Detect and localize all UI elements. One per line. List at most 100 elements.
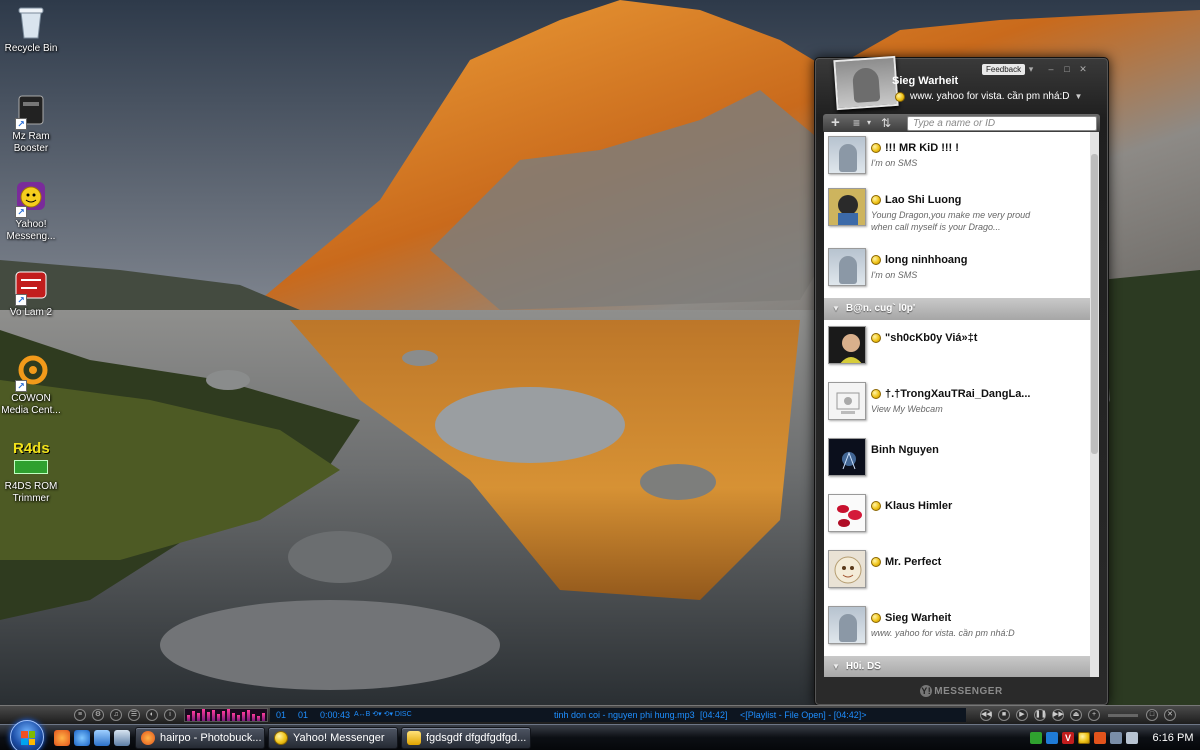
add-contact-icon[interactable]: + bbox=[831, 115, 840, 130]
tray-volume-icon[interactable] bbox=[1126, 732, 1138, 744]
dropdown-icon[interactable]: ▾ bbox=[1025, 64, 1037, 74]
tray-network-icon[interactable] bbox=[1110, 732, 1122, 744]
contact-item[interactable]: !!! MR KiD !!! ! I'm on SMS bbox=[824, 132, 1090, 184]
player-info-display: 01 01 0:00:43 A↔B ⟲▾ ⟲▾ DISC tinh don co… bbox=[270, 708, 966, 722]
contact-status-message: www. yahoo for vista. cần pm nhá:D bbox=[871, 628, 1015, 638]
vo-lam-icon: ↗ bbox=[13, 268, 49, 306]
contact-group-header[interactable]: ▼ B@n. cug` l0p' bbox=[824, 298, 1090, 320]
messenger-toolbar: + ≡ ▾ ⇅ Type a name or ID bbox=[823, 114, 1100, 133]
desktop-icon-r4ds[interactable]: R4ds R4DS ROM Trimmer bbox=[0, 440, 62, 505]
contact-list-scrollbar[interactable] bbox=[1090, 132, 1099, 677]
contact-status-message: I'm on SMS bbox=[871, 158, 918, 168]
task-label: fgdsgdf dfgdfgdfgd... bbox=[426, 732, 527, 744]
tray-monitor-icon[interactable] bbox=[1046, 732, 1058, 744]
r4ds-logo-text: R4ds bbox=[13, 440, 50, 457]
contact-status-message: View My Webcam bbox=[871, 404, 943, 414]
track-duration: [04:42] bbox=[700, 710, 728, 720]
open-file-icon[interactable]: + bbox=[1088, 709, 1100, 721]
minimize-icon[interactable]: – bbox=[1045, 64, 1057, 74]
online-status-icon bbox=[871, 195, 881, 205]
desktop-icon-vo-lam[interactable]: ↗ Vo Lam 2 bbox=[0, 268, 62, 319]
online-status-icon bbox=[871, 255, 881, 265]
player-window-icon[interactable]: □ bbox=[1146, 709, 1158, 721]
desktop-icon-cowon[interactable]: ↗ COWON Media Cent... bbox=[0, 354, 62, 417]
desktop-icon-recycle-bin[interactable]: Recycle Bin bbox=[0, 4, 62, 55]
online-status-icon bbox=[871, 333, 881, 343]
ram-booster-icon: ↗ bbox=[13, 92, 49, 130]
sort-icon[interactable]: ⇅ bbox=[881, 116, 891, 130]
player-eq-icon[interactable]: ♫ bbox=[110, 709, 122, 721]
contact-item[interactable]: Sieg Warheit www. yahoo for vista. cần p… bbox=[824, 602, 1090, 654]
contact-avatar bbox=[828, 438, 866, 476]
tray-v-icon[interactable]: V bbox=[1062, 732, 1074, 744]
search-input[interactable]: Type a name or ID bbox=[907, 116, 1097, 131]
tray-flag-icon[interactable] bbox=[1030, 732, 1042, 744]
yahoo-messenger-window[interactable]: Sieg Warheit www. yahoo for vista. cần p… bbox=[814, 55, 1109, 706]
firefox-quicklaunch-icon[interactable] bbox=[54, 730, 70, 746]
chevron-down-icon[interactable]: ▾ bbox=[867, 116, 871, 130]
cowon-icon: ↗ bbox=[13, 354, 49, 392]
system-clock[interactable]: 6:16 PM bbox=[1150, 725, 1196, 750]
shortcut-arrow-icon: ↗ bbox=[15, 380, 27, 392]
shortcut-arrow-icon: ↗ bbox=[15, 294, 27, 306]
player-settings-icon[interactable]: ⚙ bbox=[92, 709, 104, 721]
tray-yahoo-icon[interactable] bbox=[1078, 732, 1090, 744]
desktop-icon-label: Recycle Bin bbox=[4, 43, 58, 54]
switch-windows-icon[interactable] bbox=[114, 730, 130, 746]
pause-icon[interactable]: ❚❚ bbox=[1034, 709, 1047, 721]
contact-group-header[interactable]: ▼ H0i. DS bbox=[824, 656, 1090, 677]
taskbar-button-chat[interactable]: fgdsgdf dfgdfgdfgd... bbox=[401, 727, 531, 749]
next-icon[interactable]: ▶▶ bbox=[1052, 709, 1064, 721]
messenger-brand-footer: Y! MESSENGER bbox=[815, 685, 1108, 697]
track-total: 01 bbox=[298, 710, 309, 720]
player-skin-icon[interactable]: ◐ bbox=[146, 709, 158, 721]
group-name: H0i. DS bbox=[845, 661, 881, 672]
start-button[interactable] bbox=[10, 720, 44, 750]
play-icon[interactable]: ▶ bbox=[1016, 709, 1028, 721]
desktop-icon-label: COWON Media Cent... bbox=[1, 393, 61, 416]
elapsed-time: 0:00:43 bbox=[320, 710, 351, 720]
internet-explorer-icon[interactable] bbox=[74, 730, 90, 746]
taskbar-button-photobucket[interactable]: hairpo - Photobuck... bbox=[135, 727, 265, 749]
contact-avatar bbox=[828, 248, 866, 286]
media-player-deskband: ≡ ⚙ ♫ ☰ ◐ i 01 01 0:00:43 A↔B ⟲▾ ⟲▾ DISC… bbox=[0, 705, 1200, 724]
contact-item[interactable]: Binh Nguyen bbox=[824, 434, 1090, 486]
player-menu-icon[interactable]: ≡ bbox=[74, 709, 86, 721]
user-display-name[interactable]: Sieg Warheit bbox=[892, 75, 958, 87]
online-status-icon bbox=[871, 557, 881, 567]
yahoo-smiley-icon bbox=[274, 731, 288, 745]
desktop-icon-yahoo-messenger[interactable]: ↗ Yahoo! Messeng... bbox=[0, 180, 62, 243]
taskbar-button-yahoo-messenger[interactable]: Yahoo! Messenger bbox=[268, 727, 398, 749]
contact-item[interactable]: long ninhhoang I'm on SMS bbox=[824, 244, 1090, 296]
feedback-button[interactable]: Feedback bbox=[982, 64, 1026, 75]
user-status[interactable]: www. yahoo for vista. cần pm nhá:D ▼ bbox=[895, 91, 1082, 102]
track-number: 01 bbox=[276, 710, 287, 720]
desktop-icon-label: R4DS ROM Trimmer bbox=[4, 481, 58, 504]
contact-item[interactable]: "sh0cKb0y Viá»‡t bbox=[824, 322, 1090, 374]
chevron-down-icon[interactable]: ▼ bbox=[1075, 92, 1083, 101]
contact-item[interactable]: Lao Shi Luong Young Dragon,you make me v… bbox=[824, 184, 1090, 244]
previous-icon[interactable]: ◀◀ bbox=[980, 709, 992, 721]
desktop-icon-ram-booster[interactable]: ↗ Mz Ram Booster bbox=[0, 92, 62, 155]
desktop-icon-label: Mz Ram Booster bbox=[12, 131, 50, 154]
close-icon[interactable]: ✕ bbox=[1077, 64, 1089, 74]
maximize-icon[interactable]: □ bbox=[1061, 64, 1073, 74]
collapse-triangle-icon: ▼ bbox=[832, 304, 840, 313]
r4ds-icon: R4ds bbox=[13, 440, 50, 478]
contact-name: Binh Nguyen bbox=[871, 444, 939, 456]
show-desktop-icon[interactable] bbox=[94, 730, 110, 746]
list-view-icon[interactable]: ≡ bbox=[853, 116, 860, 130]
tray-app-icon[interactable] bbox=[1094, 732, 1106, 744]
eject-icon[interactable]: ⏏ bbox=[1070, 709, 1082, 721]
volume-slider[interactable] bbox=[1108, 714, 1138, 717]
contact-item[interactable]: Klaus Himler bbox=[824, 490, 1090, 542]
player-close-icon[interactable]: ✕ bbox=[1164, 709, 1176, 721]
contact-item[interactable]: Mr. Perfect bbox=[824, 546, 1090, 598]
player-info-icon[interactable]: i bbox=[164, 709, 176, 721]
stop-icon[interactable]: ■ bbox=[998, 709, 1010, 721]
user-avatar[interactable] bbox=[833, 55, 899, 111]
contact-name: !!! MR KiD !!! ! bbox=[885, 142, 959, 154]
contact-item[interactable]: †.†TrongXauTRai_DangLa... View My Webcam bbox=[824, 378, 1090, 430]
player-playlist-icon[interactable]: ☰ bbox=[128, 709, 140, 721]
scrollbar-thumb[interactable] bbox=[1091, 154, 1098, 454]
